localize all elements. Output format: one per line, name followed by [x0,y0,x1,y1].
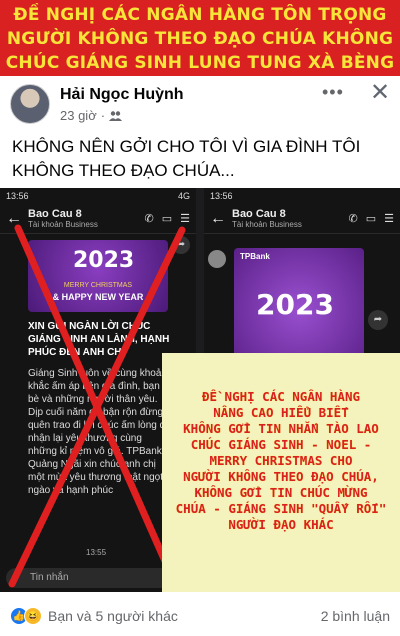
author-name[interactable]: Hải Ngọc Huỳnh [60,86,184,104]
audience-friends-icon[interactable] [109,110,123,122]
headline-banner: ĐỀ NGHỊ CÁC NGÂN HÀNG TÔN TRỌNG NGƯỜI KH… [0,0,400,76]
post-text: KHÔNG NÊN GỞI CHO TÔI VÌ GIA ĐÌNH TÔI KH… [12,137,361,180]
overlay-line: CHÚC GIÁNG SINH - NOEL - [190,437,372,452]
phone-icon: ✆ [348,213,358,225]
protest-overlay-text: ĐỀ NGHỊ CÁC NGÂN HÀNG NÂNG CAO HIỂU BIẾT… [162,353,400,592]
comments-count[interactable]: 2 bình luận [321,608,390,624]
banner-line-1: ĐỀ NGHỊ CÁC NGÂN HÀNG TÔN TRỌNG [13,5,387,25]
share-icon-right: ➦ [368,310,388,330]
banner-line-2: NGƯỜI KHÔNG THEO ĐẠO CHÚA KHÔNG [6,29,394,49]
status-network: 4G [177,191,190,201]
chat-name-right: Bao Cau 8 [232,208,286,220]
chat-subtitle-right: Tài khoản Business [232,220,302,229]
haha-icon: 😆 [24,607,42,625]
post-header: Hải Ngọc Huỳnh 23 giờ · ••• ✕ [0,78,400,130]
video-icon: ▭ [365,213,377,225]
overlay-line: KHÔNG GỞI TIN NHẮN TÀO LAO [183,421,379,436]
post-time[interactable]: 23 giờ [60,108,97,123]
close-icon[interactable]: ✕ [370,78,390,107]
menu-icon: ☰ [384,213,394,225]
bank-logo: TPBank [240,252,270,261]
chat-header-right: ← Bao Cau 8 Tài khoản Business ✆ ▭ ☰ [204,204,400,234]
status-time-right: 13:56 [210,191,233,201]
overlay-line: NÂNG CAO HIỂU BIẾT [213,405,349,420]
overlay-line: NGƯỜI ĐẠO KHÁC [228,517,334,532]
status-time: 13:56 [6,191,29,201]
sender-avatar [208,250,226,268]
reaction-icons[interactable]: 👍 😆 [10,607,42,625]
banner-line-3: CHÚC GIÁNG SINH LUNG TUNG XÀ BÈNG [5,53,395,73]
overlay-line: KHÔNG GỞI TIN CHÚC MỪNG [194,485,368,500]
overlay-line: NGƯỜI KHÔNG THEO ĐẠO CHÚA, [183,469,379,484]
tpbank-card-image: TPBank 2023 [234,248,364,370]
reactions-bar: 👍 😆 Bạn và 5 người khác 2 bình luận [0,596,400,636]
overlay-line: ĐỀ NGHỊ CÁC NGÂN HÀNG [201,389,361,404]
post-meta: 23 giờ · [60,108,123,123]
status-bar-right: 13:56 [204,188,400,204]
overlay-line: CHÚA - GIÁNG SINH "QUẤY RỐI" [175,501,387,516]
reactions-count[interactable]: Bạn và 5 người khác [48,608,178,624]
card-year-right: 2023 [256,288,334,321]
meta-dot: · [100,108,106,123]
more-options-icon[interactable]: ••• [322,82,344,103]
author-avatar[interactable] [10,84,50,124]
status-bar: 13:56 4G [0,188,196,204]
overlay-line: MERRY CHRISTMAS CHO [209,453,353,468]
back-arrow-icon: ← [210,209,226,227]
